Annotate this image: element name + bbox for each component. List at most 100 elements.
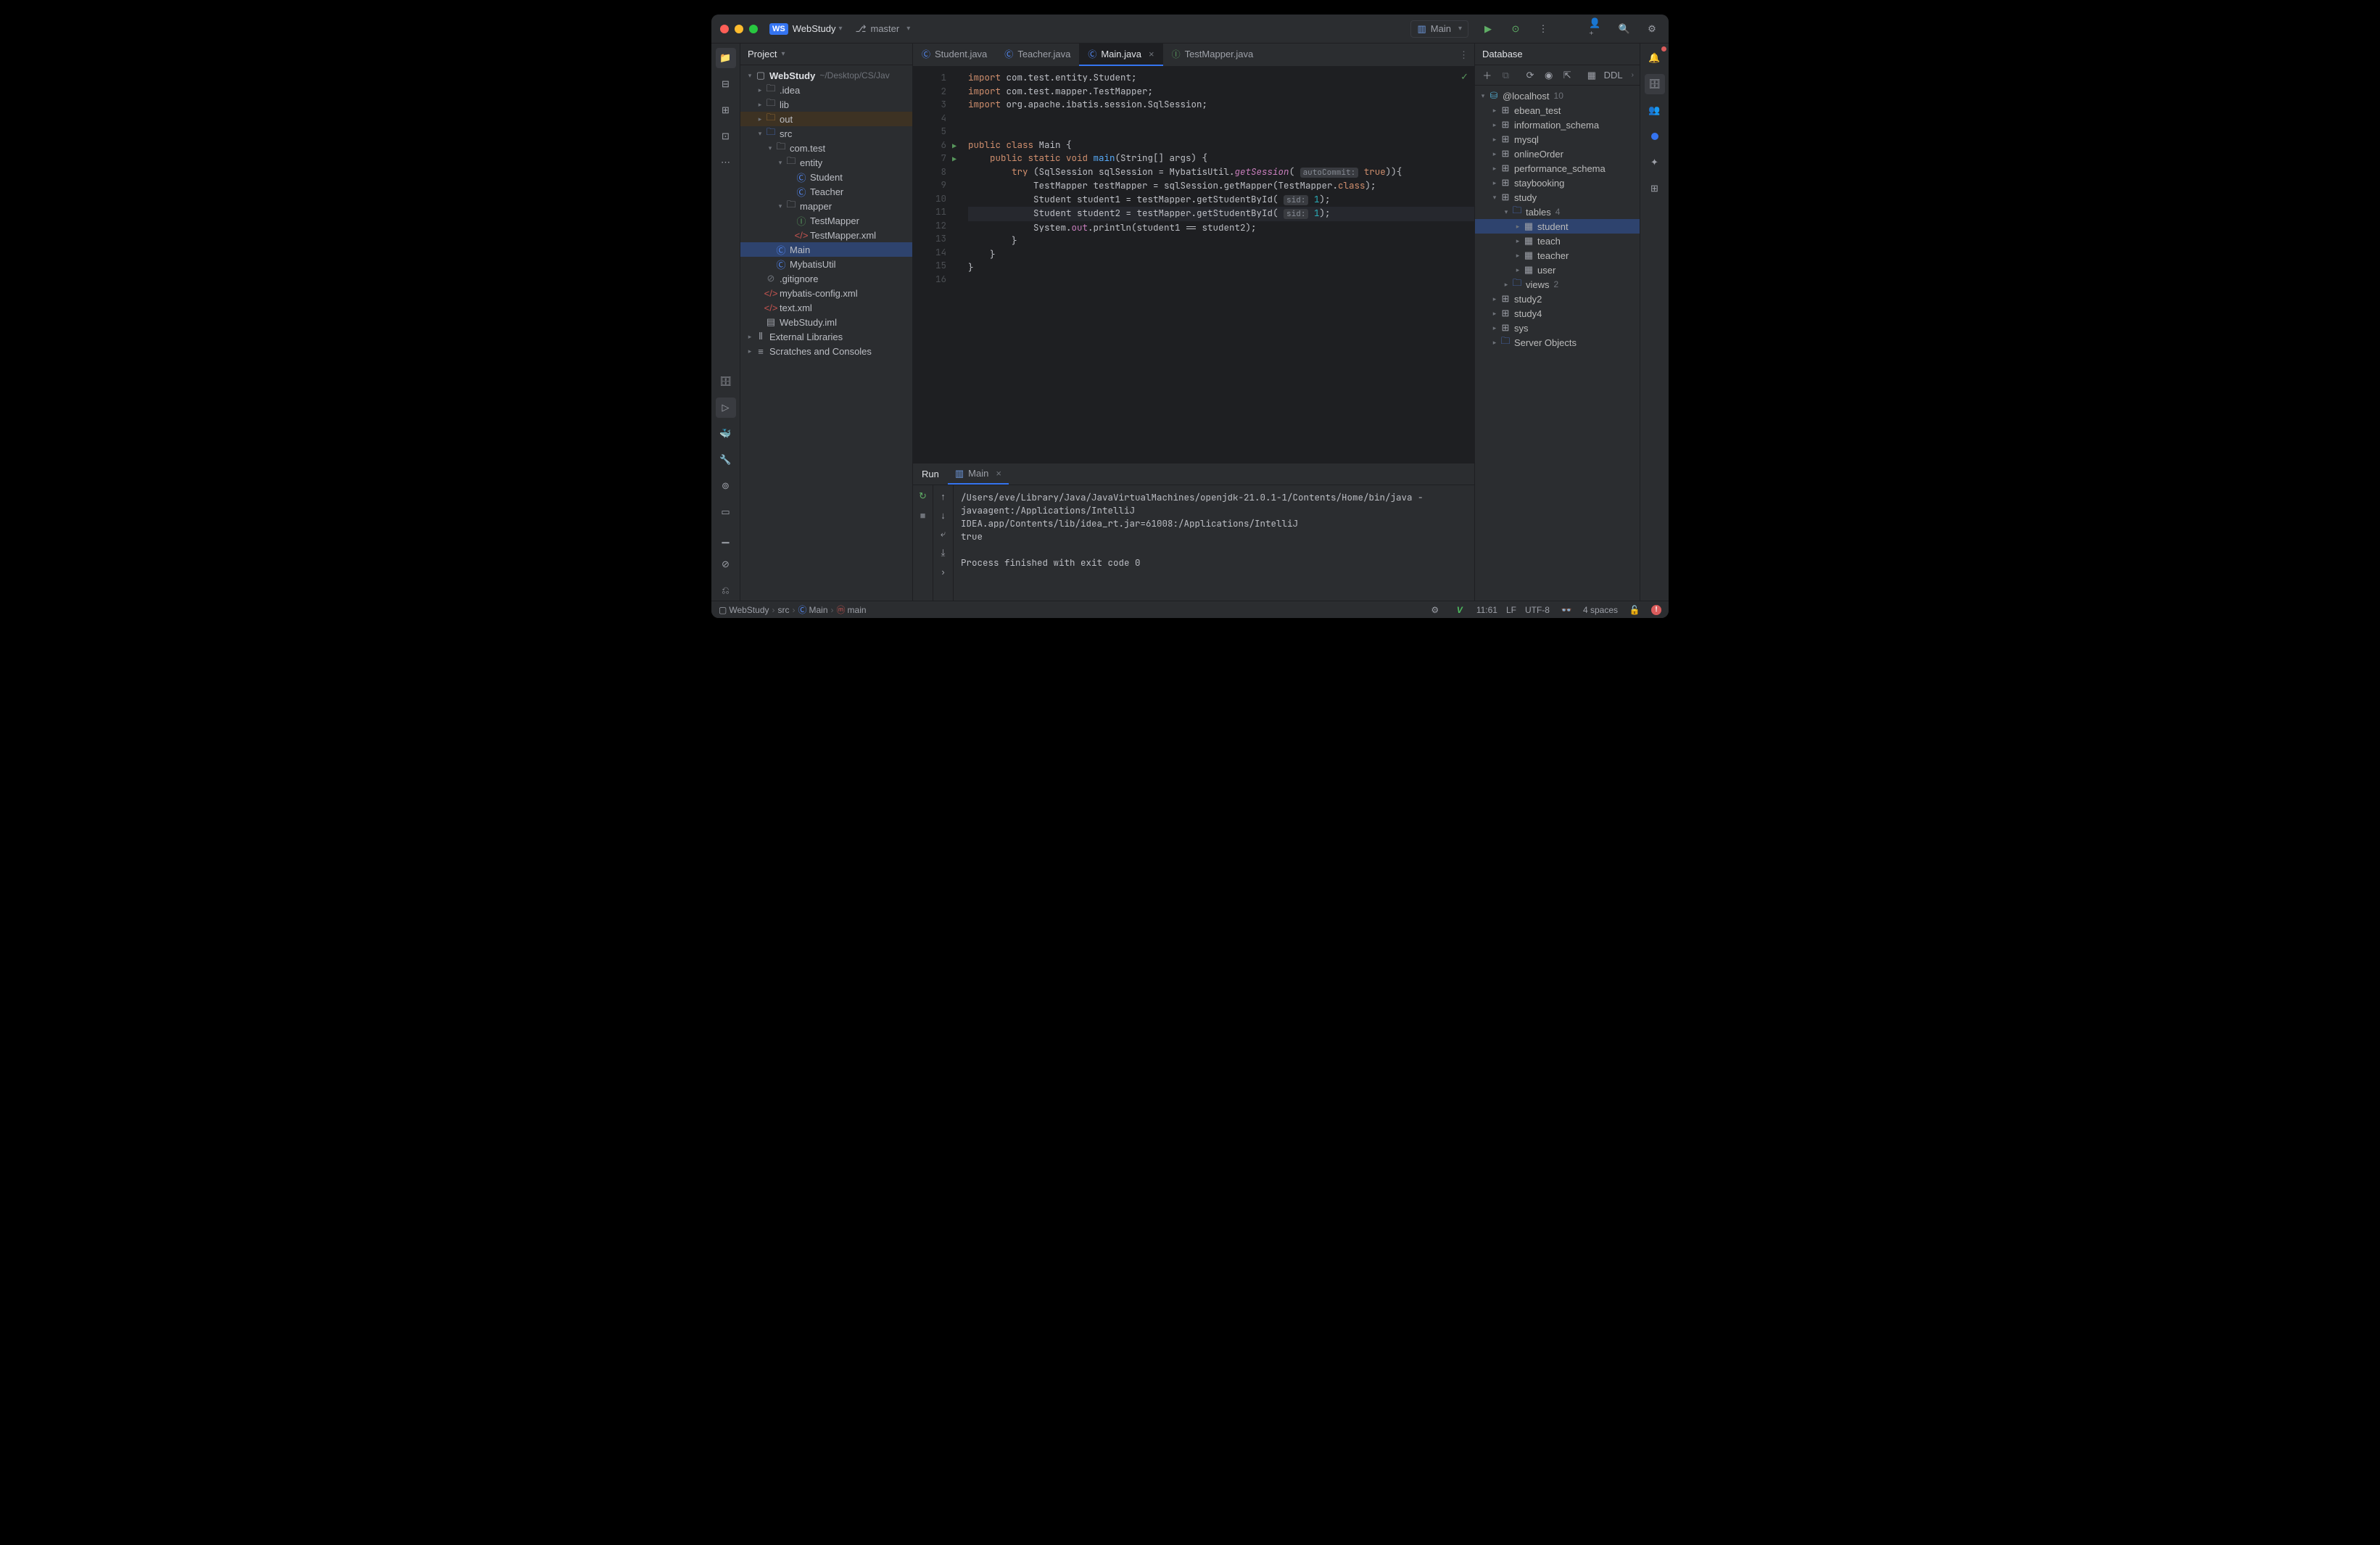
tree-item[interactable]: ⊘.gitignore: [740, 271, 912, 286]
line-separator[interactable]: LF: [1506, 605, 1516, 615]
db-tree-item[interactable]: ▸⊞information_schema: [1475, 118, 1640, 132]
db-tree-item[interactable]: ▸🗀views2: [1475, 277, 1640, 292]
indent-settings[interactable]: 4 spaces: [1583, 605, 1618, 615]
db-tree-item[interactable]: ▸⊞sys: [1475, 321, 1640, 335]
db-tree-item[interactable]: ▾⊞study: [1475, 190, 1640, 205]
run-subtab-main[interactable]: ▥ Main ×: [948, 464, 1009, 485]
database-tool-icon[interactable]: 🗄: [1645, 74, 1665, 94]
debug-button[interactable]: ⊙: [1508, 21, 1524, 37]
project-tree[interactable]: ▾▢WebStudy~/Desktop/CS/Jav▸🗀.idea▸🗀lib▸🗀…: [740, 65, 912, 601]
tree-item[interactable]: ▤WebStudy.iml: [740, 315, 912, 329]
tool-runconsole-icon[interactable]: ⊚: [716, 476, 736, 496]
tree-item[interactable]: ▸🗀.idea: [740, 83, 912, 97]
tree-item[interactable]: ⒸTeacher: [740, 184, 912, 199]
close-window[interactable]: [720, 25, 729, 33]
more-actions-icon[interactable]: ⋮: [1535, 21, 1551, 37]
code-editor[interactable]: ✓ 123456▶7▶8910111213141516 import com.t…: [913, 67, 1474, 463]
maximize-window[interactable]: [749, 25, 758, 33]
jump-query-icon[interactable]: ⇱: [1561, 67, 1574, 83]
db-tree-item[interactable]: ▸⊞performance_schema: [1475, 161, 1640, 176]
tree-item[interactable]: ⒸMain: [740, 242, 912, 257]
db-tree-item[interactable]: ▸▦teacher: [1475, 248, 1640, 263]
vcs-branch[interactable]: ⎇ master ▾: [856, 23, 911, 35]
db-tree-item[interactable]: ▸⊞ebean_test: [1475, 103, 1640, 118]
db-tree-item[interactable]: ▸▦teach: [1475, 234, 1640, 248]
gutter[interactable]: 123456▶7▶8910111213141516: [913, 67, 954, 463]
tree-item[interactable]: ▾🗀com.test: [740, 141, 912, 155]
tool-project-icon[interactable]: 📁: [716, 48, 736, 68]
collab-icon[interactable]: 👥: [1645, 100, 1665, 120]
tree-item[interactable]: </>text.xml: [740, 300, 912, 315]
duplicate-icon[interactable]: ⧉: [1500, 67, 1513, 83]
ai-assistant-icon[interactable]: [1645, 126, 1665, 147]
inspection-ok-icon[interactable]: ✓: [1460, 71, 1468, 83]
editor-tab[interactable]: ⒸStudent.java: [913, 44, 996, 66]
breadcrumb-item[interactable]: src: [778, 605, 790, 615]
db-tree-item[interactable]: ▸▦user: [1475, 263, 1640, 277]
tool-more-icon[interactable]: ⋯: [716, 152, 736, 173]
ddl-label[interactable]: DDL: [1604, 70, 1623, 81]
stop-refresh-icon[interactable]: ◉: [1542, 67, 1555, 83]
db-tree-item[interactable]: ▸⊞mysql: [1475, 132, 1640, 147]
file-encoding[interactable]: UTF-8: [1525, 605, 1550, 615]
table-view-icon[interactable]: ▦: [1585, 67, 1598, 83]
tree-item[interactable]: </>mybatis-config.xml: [740, 286, 912, 300]
status-gear-icon[interactable]: ⚙: [1427, 602, 1443, 618]
breadcrumb[interactable]: ▢WebStudy›src›ⒸMain›ⓜmain: [719, 603, 867, 616]
tool-database-icon[interactable]: 🗄: [716, 371, 736, 392]
status-velocity-icon[interactable]: V: [1452, 602, 1468, 618]
tool-git-icon[interactable]: ⎌: [716, 580, 736, 601]
console-output[interactable]: /Users/eve/Library/Java/JavaVirtualMachi…: [954, 485, 1474, 601]
run-tab-label[interactable]: Run: [913, 464, 948, 485]
database-tree[interactable]: ▾⛁@localhost10▸⊞ebean_test▸⊞information_…: [1475, 86, 1640, 601]
tree-item[interactable]: ▾🗀mapper: [740, 199, 912, 213]
notifications-icon[interactable]: 🔔: [1645, 48, 1665, 68]
tool-structure-icon[interactable]: ⊞: [716, 100, 736, 120]
tree-item[interactable]: ▾▢WebStudy~/Desktop/CS/Jav: [740, 68, 912, 83]
tabs-overflow-icon[interactable]: ⋮: [1453, 44, 1474, 66]
ai-chat-icon[interactable]: ✦: [1645, 152, 1665, 173]
editor-tab[interactable]: ⒾTestMapper.java: [1163, 44, 1263, 66]
rerun-icon[interactable]: ↻: [915, 488, 931, 504]
caret-position[interactable]: 11:61: [1476, 605, 1497, 615]
project-name[interactable]: WebStudy: [793, 23, 836, 34]
db-tree-item[interactable]: ▸▦student: [1475, 219, 1640, 234]
project-dropdown-icon[interactable]: ▾: [838, 25, 842, 33]
run-button[interactable]: ▶: [1480, 21, 1496, 37]
tool-terminal-icon[interactable]: ▁: [716, 528, 736, 548]
db-tree-item[interactable]: ▸⊞onlineOrder: [1475, 147, 1640, 161]
down-icon[interactable]: ↓: [935, 507, 951, 523]
tool-docker-icon[interactable]: 🐳: [716, 424, 736, 444]
tree-item[interactable]: ▾🗀src: [740, 126, 912, 141]
tool-grid-icon[interactable]: ⊡: [716, 126, 736, 147]
editor-tab[interactable]: ⒸTeacher.java: [996, 44, 1079, 66]
code-content[interactable]: import com.test.entity.Student;import co…: [954, 67, 1474, 463]
tool-bookmark-icon[interactable]: ▭: [716, 502, 736, 522]
editor-tab[interactable]: ⒸMain.java×: [1079, 44, 1162, 66]
db-tree-item[interactable]: ▾⛁@localhost10: [1475, 88, 1640, 103]
tree-item[interactable]: ▸🗀lib: [740, 97, 912, 112]
search-icon[interactable]: 🔍: [1616, 21, 1632, 37]
tree-item[interactable]: ▾🗀entity: [740, 155, 912, 170]
tree-item[interactable]: ▸🗀out: [740, 112, 912, 126]
stop-icon[interactable]: ■: [915, 507, 931, 523]
tool-commit-icon[interactable]: ⊟: [716, 74, 736, 94]
tool-run-icon[interactable]: ▷: [716, 397, 736, 418]
breadcrumb-item[interactable]: ⒸMain: [798, 603, 828, 616]
tree-item[interactable]: ▸≡Scratches and Consoles: [740, 344, 912, 358]
project-panel-header[interactable]: Project ▾: [740, 44, 912, 65]
chevron-right-icon[interactable]: ›: [1632, 71, 1634, 79]
settings-icon[interactable]: ⚙: [1644, 21, 1660, 37]
add-datasource-icon[interactable]: ＋: [1481, 67, 1494, 83]
refresh-icon[interactable]: ⟳: [1524, 67, 1537, 83]
breadcrumb-item[interactable]: ▢WebStudy: [719, 605, 769, 615]
db-tree-item[interactable]: ▸🗀Server Objects: [1475, 335, 1640, 350]
db-tree-item[interactable]: ▸⊞study2: [1475, 292, 1640, 306]
coverage-icon[interactable]: ⊞: [1645, 178, 1665, 199]
softwrap-icon[interactable]: ⤶: [935, 526, 951, 542]
status-reader-icon[interactable]: 👓: [1558, 602, 1574, 618]
expand-icon[interactable]: ›: [935, 564, 951, 580]
minimize-window[interactable]: [735, 25, 743, 33]
up-icon[interactable]: ↑: [935, 488, 951, 504]
tree-item[interactable]: </>TestMapper.xml: [740, 228, 912, 242]
